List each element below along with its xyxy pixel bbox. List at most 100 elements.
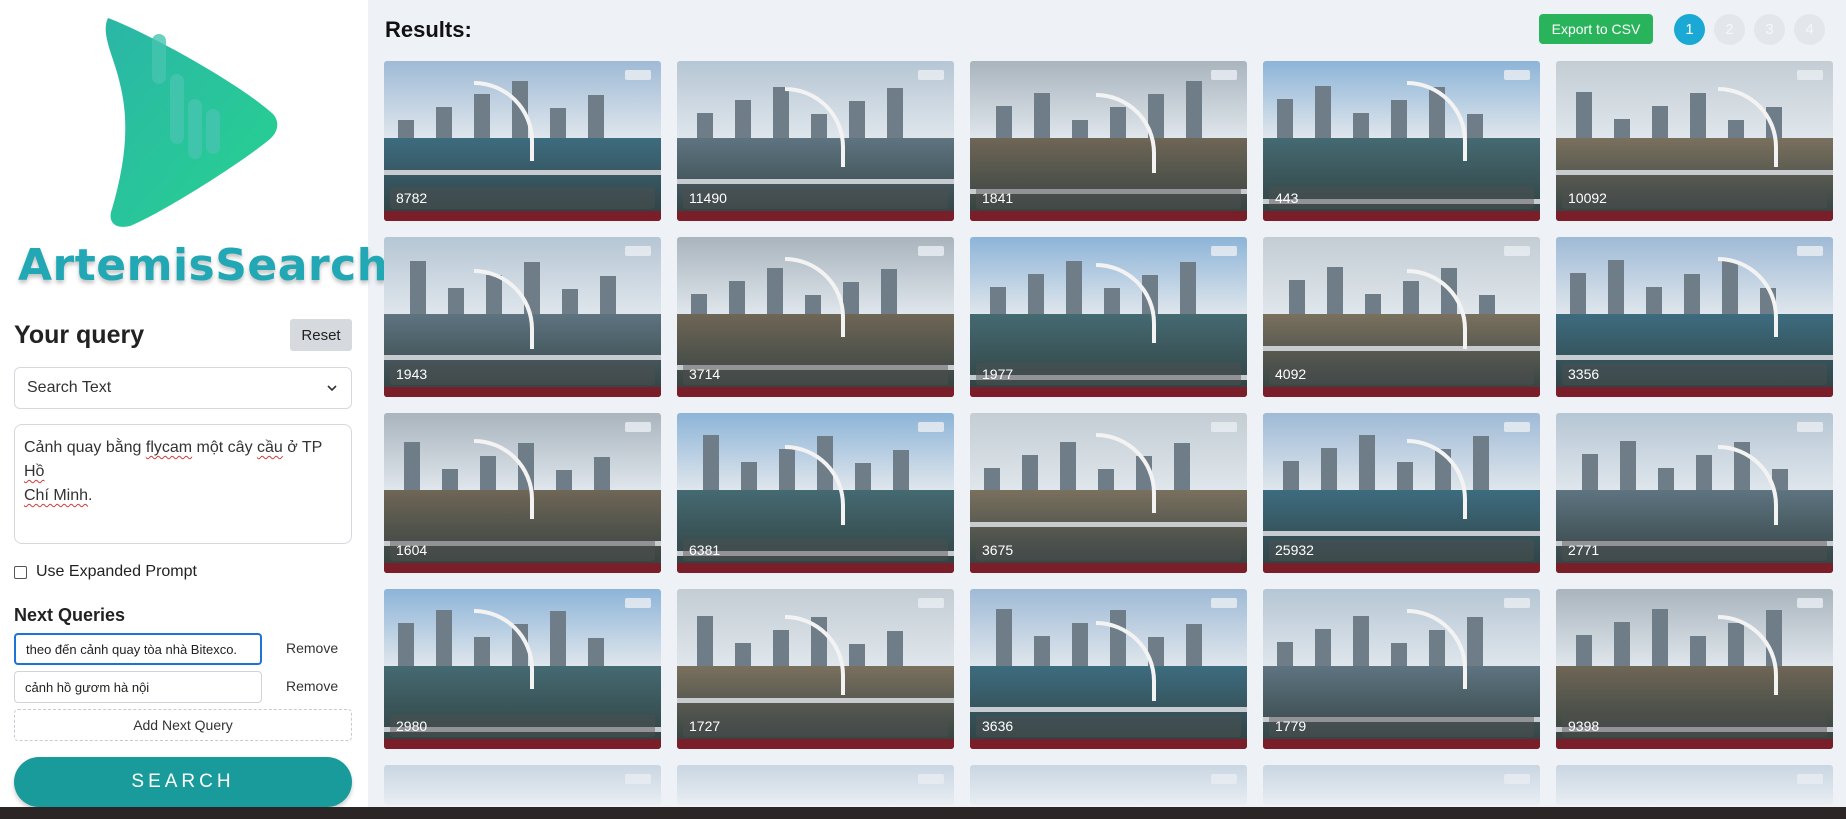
channel-logo-icon (1504, 598, 1530, 608)
channel-logo-icon (1504, 70, 1530, 80)
query-text-spell-3: Hồ (24, 463, 45, 480)
result-thumbnail[interactable] (384, 765, 661, 805)
result-id-label: 9398 (1562, 715, 1827, 737)
channel-logo-icon (625, 70, 651, 80)
result-thumbnail[interactable] (1556, 765, 1833, 805)
search-mode-value: Search Text (27, 379, 112, 396)
channel-logo-icon (918, 774, 944, 784)
result-thumbnail[interactable]: 1604 (384, 413, 661, 573)
result-thumbnail[interactable]: 1727 (677, 589, 954, 749)
channel-logo-icon (625, 246, 651, 256)
result-thumbnail[interactable]: 3675 (970, 413, 1247, 573)
channel-logo-icon (625, 774, 651, 784)
search-button[interactable]: SEARCH (14, 757, 352, 807)
next-query-input[interactable]: theo đến cảnh quay tòa nhà Bitexco. (14, 633, 262, 665)
logo-icon (105, 18, 278, 227)
export-csv-button[interactable]: Export to CSV (1539, 14, 1653, 44)
channel-logo-icon (1797, 246, 1823, 256)
query-title: Your query (14, 321, 145, 349)
remove-next-query-button[interactable]: Remove (286, 678, 338, 694)
result-thumbnail[interactable]: 443 (1263, 61, 1540, 221)
result-thumbnail[interactable]: 3356 (1556, 237, 1833, 397)
result-id-label: 8782 (390, 187, 655, 209)
expanded-prompt-label: Use Expanded Prompt (36, 563, 197, 580)
result-id-label: 3714 (683, 363, 948, 385)
result-thumbnail[interactable]: 4092 (1263, 237, 1540, 397)
page-button-3[interactable]: 3 (1754, 14, 1785, 45)
result-thumbnail[interactable]: 1841 (970, 61, 1247, 221)
result-thumbnail[interactable]: 10092 (1556, 61, 1833, 221)
channel-logo-icon (625, 422, 651, 432)
result-id-label: 6381 (683, 539, 948, 561)
channel-logo-icon (1504, 246, 1530, 256)
result-thumbnail[interactable] (970, 765, 1247, 805)
query-text-spell-1: flycam (145, 439, 193, 456)
channel-logo-icon (1211, 422, 1237, 432)
results-title: Results: (385, 17, 472, 42)
expanded-prompt-checkbox[interactable] (14, 565, 27, 579)
result-thumbnail[interactable]: 25932 (1263, 413, 1540, 573)
result-id-label: 25932 (1269, 539, 1534, 561)
result-id-label: 3356 (1562, 363, 1827, 385)
result-id-label: 11490 (683, 187, 948, 209)
remove-next-query-button[interactable]: Remove (286, 640, 338, 656)
result-thumbnail[interactable] (1263, 765, 1540, 805)
result-thumbnail[interactable]: 2980 (384, 589, 661, 749)
channel-logo-icon (1211, 598, 1237, 608)
result-id-label: 1727 (683, 715, 948, 737)
expanded-prompt-row[interactable]: Use Expanded Prompt (14, 563, 197, 581)
channel-logo-icon (1797, 422, 1823, 432)
result-thumbnail[interactable]: 1943 (384, 237, 661, 397)
add-next-query-button[interactable]: Add Next Query (14, 709, 352, 741)
reset-button[interactable]: Reset (290, 319, 352, 351)
channel-logo-icon (1797, 598, 1823, 608)
result-thumbnail[interactable]: 1977 (970, 237, 1247, 397)
channel-logo-icon (918, 598, 944, 608)
channel-logo-icon (918, 246, 944, 256)
result-id-label: 1604 (390, 539, 655, 561)
channel-logo-icon (918, 70, 944, 80)
search-mode-select[interactable]: Search Text (14, 367, 352, 409)
result-thumbnail[interactable]: 6381 (677, 413, 954, 573)
query-text-spell-4: Chí Minh (24, 487, 89, 504)
result-id-label: 443 (1269, 187, 1534, 209)
result-id-label: 4092 (1269, 363, 1534, 385)
channel-logo-icon (1504, 422, 1530, 432)
query-text-spell-2: cầu (257, 439, 283, 456)
page-button-1[interactable]: 1 (1674, 14, 1705, 45)
result-thumbnail[interactable]: 2771 (1556, 413, 1833, 573)
query-text-1: Cảnh quay bằng (24, 439, 146, 456)
result-thumbnail[interactable]: 3714 (677, 237, 954, 397)
next-queries-title: Next Queries (14, 605, 126, 625)
result-thumbnail[interactable]: 3636 (970, 589, 1247, 749)
result-id-label: 1841 (976, 187, 1241, 209)
brand-name: ArtemisSearch (18, 240, 389, 291)
result-thumbnail[interactable]: 9398 (1556, 589, 1833, 749)
page-button-2[interactable]: 2 (1714, 14, 1745, 45)
channel-logo-icon (1211, 246, 1237, 256)
result-id-label: 1943 (390, 363, 655, 385)
os-taskbar (0, 807, 1846, 819)
next-query-input[interactable]: cảnh hồ gươm hà nội (14, 671, 262, 703)
channel-logo-icon (625, 598, 651, 608)
result-id-label: 3636 (976, 715, 1241, 737)
channel-logo-icon (1504, 774, 1530, 784)
channel-logo-icon (1797, 774, 1823, 784)
channel-logo-icon (1797, 70, 1823, 80)
query-textarea[interactable]: Cảnh quay bằng flycam một cây cầu ở TP H… (14, 424, 352, 544)
page-button-4[interactable]: 4 (1794, 14, 1825, 45)
result-thumbnail[interactable]: 1779 (1263, 589, 1540, 749)
result-thumbnail[interactable] (677, 765, 954, 805)
query-text-end: . (88, 487, 93, 504)
channel-logo-icon (1211, 70, 1237, 80)
result-thumbnail[interactable]: 8782 (384, 61, 661, 221)
result-thumbnail[interactable]: 11490 (677, 61, 954, 221)
result-id-label: 2771 (1562, 539, 1827, 561)
query-text-3: ở TP (282, 439, 323, 456)
channel-logo-icon (918, 422, 944, 432)
chevron-down-icon (327, 385, 337, 392)
result-id-label: 1779 (1269, 715, 1534, 737)
query-text-2: một cây (192, 439, 258, 456)
channel-logo-icon (1211, 774, 1237, 784)
result-id-label: 2980 (390, 715, 655, 737)
